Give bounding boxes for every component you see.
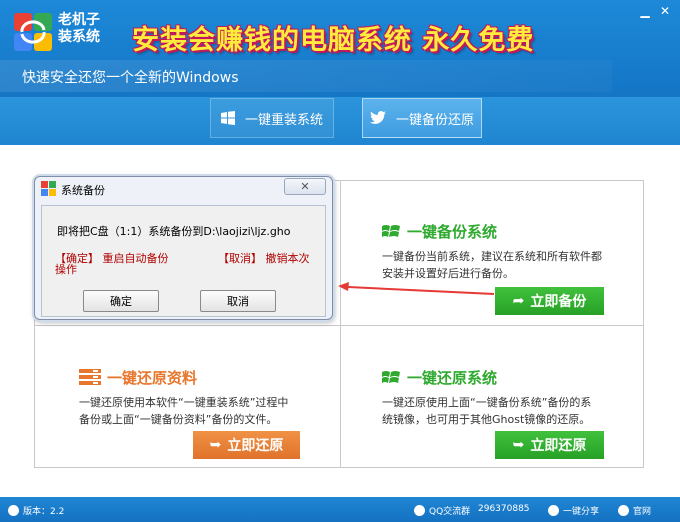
restore-data-label: 立即还原 [227, 438, 284, 454]
version-text: 版本：2.2 [23, 507, 65, 517]
dialog-body: 即将把C盘（1:1）系统备份到D:\laojizi\ljz.gho 【确定】 重… [41, 205, 326, 317]
info-icon [8, 505, 19, 516]
dialog-close-button[interactable]: ✕ [284, 178, 326, 195]
windows-icon [220, 111, 235, 125]
server-stack-icon [79, 369, 101, 385]
tab-backup-restore[interactable]: 一键备份还原 [362, 98, 482, 138]
tab-backup-label: 一键备份还原 [395, 112, 474, 128]
restore-system-button[interactable]: ➥ 立即还原 [495, 431, 604, 459]
restore-data-desc-line: 一键还原使用本软件“一键重装系统”过程中 [79, 396, 289, 409]
subtitle: 快速安全还您一个全新的Windows [22, 70, 239, 86]
backup-system-title: 一键备份系统 [407, 223, 498, 241]
tab-reinstall-system[interactable]: 一键重装系统 [210, 98, 334, 138]
backup-dialog: 系统备份 ✕ 即将把C盘（1:1）系统备份到D:\laojizi\ljz.gho… [34, 176, 333, 320]
restore-data-button[interactable]: ➥ 立即还原 [193, 431, 300, 459]
qq-number: 296370885 [478, 504, 530, 514]
restore-system-title: 一键还原系统 [407, 369, 498, 387]
windows-flag-icon [382, 225, 400, 237]
dialog-title: 系统备份 [61, 184, 105, 197]
app-name: 老机子装系统 [58, 12, 100, 45]
minimize-button[interactable]: ▁ [638, 4, 652, 18]
panel-divider-horizontal [35, 325, 643, 326]
slogan-banner: 安装会赚钱的电脑系统 永久免费 [132, 25, 535, 56]
version-info: 版本：2.2 [8, 504, 64, 517]
annotation-arrow [338, 282, 495, 295]
backup-now-button[interactable]: ➦ 立即备份 [495, 287, 604, 315]
twitter-bird-icon [369, 111, 386, 124]
app-logo-icon [41, 181, 56, 196]
confirm-hint-line: 操作 [55, 263, 77, 276]
restore-data-desc: 一键还原使用本软件“一键重装系统”过程中 备份或上面“一键备份资料”备份的文件。 [79, 394, 288, 428]
dialog-titlebar: 系统备份 ✕ [35, 177, 332, 201]
app-logo-icon [14, 13, 52, 51]
ok-button[interactable]: 确定 [83, 290, 159, 312]
tab-reinstall-label: 一键重装系统 [244, 112, 323, 128]
share-arrow-icon: ➦ [512, 293, 525, 309]
qq-group-label: QQ交流群 [429, 507, 471, 517]
restore-data-title: 一键还原资料 [107, 369, 198, 387]
status-bar: 版本：2.2 QQ交流群 296370885 一键分享 官网 [0, 497, 680, 522]
cancel-hint: 【取消】 撤销本次 [218, 252, 310, 265]
cancel-button[interactable]: 取消 [200, 290, 276, 312]
dialog-message: 即将把C盘（1:1）系统备份到D:\laojizi\ljz.gho [57, 225, 291, 238]
close-window-button[interactable]: ✕ [658, 4, 672, 18]
restore-system-desc-line: 一键还原使用上面“一键备份系统”备份的系 [382, 396, 592, 409]
backup-system-desc-line: 一键备份当前系统，建议在系统和所有软件都 [382, 250, 602, 263]
qq-icon [414, 505, 425, 516]
backup-now-label: 立即备份 [530, 294, 587, 310]
restore-system-desc: 一键还原使用上面“一键备份系统”备份的系 统镜像，也可用于其他Ghost镜像的还… [382, 394, 591, 428]
backup-system-desc: 一键备份当前系统，建议在系统和所有软件都 安装并设置好后进行备份。 [382, 248, 602, 282]
share-button[interactable]: 一键分享 [548, 504, 599, 517]
restore-system-desc-line: 统镜像，也可用于其他Ghost镜像的还原。 [382, 413, 591, 426]
qq-group-link[interactable]: QQ交流群 [414, 504, 470, 517]
restore-data-desc-line: 备份或上面“一键备份资料”备份的文件。 [79, 413, 278, 426]
share-icon [548, 505, 559, 516]
window-controls: ▁ ✕ [638, 4, 672, 18]
share-label: 一键分享 [563, 507, 600, 517]
confirm-hint: 【确定】 重启自动备份 操作 [55, 253, 169, 275]
restore-system-label: 立即还原 [530, 438, 587, 454]
website-link[interactable]: 官网 [618, 504, 651, 517]
globe-icon [618, 505, 629, 516]
back-arrow-icon: ➥ [209, 437, 222, 453]
back-arrow-icon: ➥ [512, 437, 525, 453]
website-label: 官网 [633, 507, 652, 517]
windows-flag-icon [382, 371, 400, 383]
panel-divider-vertical [340, 181, 341, 467]
